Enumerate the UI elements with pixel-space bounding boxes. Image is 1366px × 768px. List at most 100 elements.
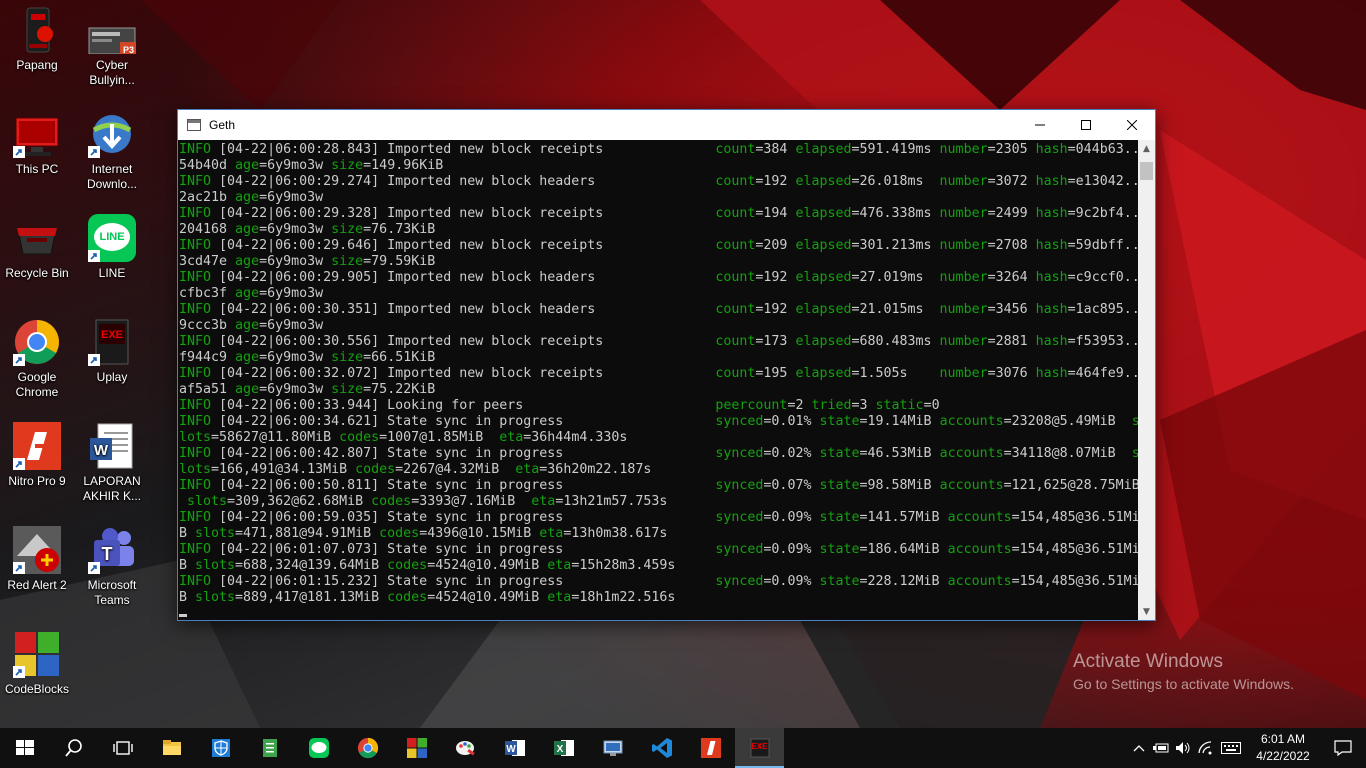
log-value: =18h1m22.516s	[571, 590, 676, 605]
console-app-icon	[187, 119, 201, 131]
log-key: number	[939, 270, 988, 285]
scroll-down-arrow-icon[interactable]: ▼	[1138, 603, 1155, 620]
console-line: INFO [04-22|06:00:30.556] Imported new b…	[179, 334, 1139, 350]
console-line: INFO [04-22|06:00:50.811] State sync in …	[179, 478, 1139, 494]
desktop-icon-label: This PC	[15, 162, 59, 176]
log-value: =301.213ms	[851, 238, 940, 253]
desktop-icon-uplay[interactable]: EXE Uplay	[75, 318, 149, 385]
nitro-pro-icon	[700, 738, 721, 758]
desktop-icon-label: LINE	[98, 266, 126, 280]
log-level: INFO	[179, 238, 212, 253]
log-key: eta	[547, 590, 572, 605]
log-key: slots	[195, 558, 236, 573]
log-value: =36h20m22.187s	[539, 462, 652, 477]
start-button[interactable]	[0, 728, 49, 768]
log-level: INFO	[179, 542, 212, 557]
log-key: synced	[715, 542, 764, 557]
shortcut-arrow-icon	[88, 354, 100, 366]
desktop-icon-codeblocks[interactable]: CodeBlocks	[0, 630, 74, 697]
log-key: accounts	[947, 542, 1012, 557]
desktop-icon-this-pc[interactable]: This PC	[0, 110, 74, 177]
console-output[interactable]: INFO [04-22|06:00:28.843] Imported new b…	[178, 140, 1139, 620]
line-icon-text: LINE	[99, 231, 125, 243]
log-key: elapsed	[795, 206, 852, 221]
console-line: 204168 age=6y9mo3w size=76.73KiB	[179, 222, 1139, 238]
log-key: eta	[539, 526, 564, 541]
activate-title: Activate Windows	[1073, 651, 1223, 672]
desktop-icon-line[interactable]: LINE LINE	[75, 214, 149, 281]
desktop-icon-chrome[interactable]: Google Chrome	[0, 318, 74, 400]
geth-console-window[interactable]: Geth INFO [04-22|06:00:28.843] Imported …	[177, 109, 1156, 621]
log-key: count	[715, 270, 756, 285]
log-key: accounts	[947, 574, 1012, 589]
search-button[interactable]	[49, 728, 98, 768]
desktop-icon-cyber-bullying[interactable]: P3 Cyber Bullyin...	[75, 6, 149, 88]
minimize-button[interactable]	[1017, 110, 1063, 140]
log-value: =66.51KiB	[363, 350, 436, 365]
log-key: count	[715, 366, 756, 381]
taskbar-clock[interactable]: 6:01 AM 4/22/2022	[1246, 731, 1320, 765]
computer-icon	[13, 110, 61, 158]
volume-icon[interactable]	[1172, 728, 1194, 768]
log-key: count	[715, 302, 756, 317]
desktop-icon-teams[interactable]: T Microsoft Teams	[75, 526, 149, 608]
action-center-button[interactable]	[1320, 728, 1366, 768]
log-value: =309,362@62.68MiB	[227, 494, 372, 509]
log-value: =149.96KiB	[363, 158, 444, 173]
taskbar-windows-security[interactable]	[196, 728, 245, 768]
shortcut-arrow-icon	[13, 458, 25, 470]
desktop-icon-red-alert[interactable]: Red Alert 2	[0, 526, 74, 593]
window-titlebar[interactable]: Geth	[178, 110, 1155, 140]
log-value: =6y9mo3w	[259, 286, 324, 301]
shield-icon	[211, 739, 230, 757]
log-key: elapsed	[795, 366, 852, 381]
log-key: codes	[387, 590, 428, 605]
log-value: =6y9mo3w	[259, 350, 332, 365]
taskbar-codeblocks[interactable]	[392, 728, 441, 768]
keyboard-icon[interactable]	[1216, 728, 1246, 768]
taskbar-word[interactable]: W	[490, 728, 539, 768]
log-value: =194	[755, 206, 796, 221]
scrollbar-thumb[interactable]	[1140, 162, 1153, 180]
line-app-icon: LINE	[88, 214, 136, 262]
console-line: af5a51 age=6y9mo3w size=75.22KiB	[179, 382, 1139, 398]
taskbar-vscode[interactable]	[637, 728, 686, 768]
taskbar-excel[interactable]: X	[539, 728, 588, 768]
log-message: 204168	[179, 222, 236, 237]
console-line: 3cd47e age=6y9mo3w size=79.59KiB	[179, 254, 1139, 270]
tray-overflow-chevron-icon[interactable]	[1128, 728, 1150, 768]
taskbar-file-explorer[interactable]	[147, 728, 196, 768]
close-button[interactable]	[1109, 110, 1155, 140]
task-view-button[interactable]	[98, 728, 147, 768]
desktop-icon-papang[interactable]: Papang	[0, 6, 74, 73]
paint-icon	[455, 741, 475, 756]
taskbar-geth[interactable]: EXE	[735, 728, 784, 768]
taskbar-line[interactable]	[294, 728, 343, 768]
taskbar-nitro-pro[interactable]	[686, 728, 735, 768]
taskbar-notepad[interactable]	[245, 728, 294, 768]
desktop-icon-nitro-pro[interactable]: Nitro Pro 9	[0, 422, 74, 489]
console-line: INFO [04-22|06:00:42.807] State sync in …	[179, 446, 1139, 462]
maximize-button[interactable]	[1063, 110, 1109, 140]
desktop-icon-laporan[interactable]: W LAPORAN AKHIR K...	[75, 422, 149, 504]
log-value: =6y9mo3w	[259, 318, 324, 333]
taskbar-paint[interactable]	[441, 728, 490, 768]
activate-windows-watermark: Activate Windows Go to Settings to activ…	[1073, 651, 1294, 692]
log-key: hash	[1035, 334, 1068, 349]
log-message: B	[179, 558, 196, 573]
desktop-icon-recycle-bin[interactable]: Recycle Bin	[0, 214, 74, 281]
vertical-scrollbar[interactable]: ▲ ▼	[1138, 140, 1155, 620]
taskbar-remote-desktop[interactable]	[588, 728, 637, 768]
battery-icon[interactable]	[1150, 728, 1172, 768]
desktop-icon-idm[interactable]: Internet Downlo...	[75, 110, 149, 192]
wifi-icon[interactable]	[1194, 728, 1216, 768]
log-key: elapsed	[795, 142, 852, 157]
log-level: INFO	[179, 574, 212, 589]
shortcut-arrow-icon	[13, 562, 25, 574]
log-message: 54b40d	[179, 158, 236, 173]
log-key: codes	[371, 494, 412, 509]
log-value: =59dbff..	[1067, 238, 1139, 253]
log-key: count	[715, 142, 756, 157]
scroll-up-arrow-icon[interactable]: ▲	[1138, 140, 1155, 157]
taskbar-chrome[interactable]	[343, 728, 392, 768]
